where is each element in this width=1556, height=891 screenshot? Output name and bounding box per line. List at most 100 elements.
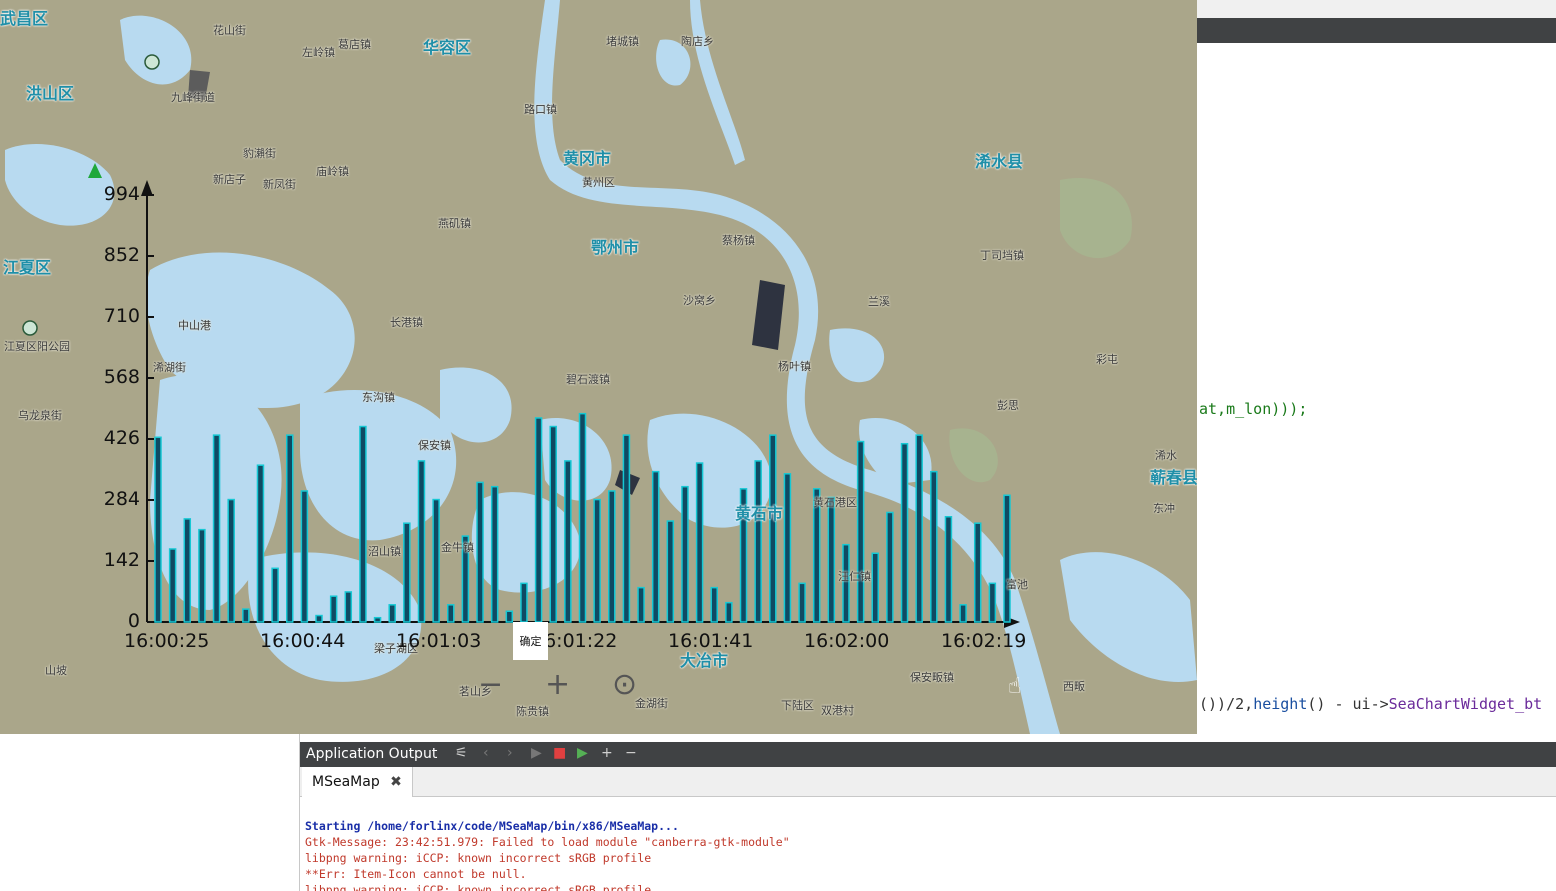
chart-bar — [973, 522, 982, 623]
chart-bar — [168, 548, 177, 623]
map-place-label: 武昌区 — [0, 9, 49, 28]
decrease-font-icon[interactable]: − — [625, 745, 637, 761]
confirm-button[interactable]: 确定 — [513, 622, 548, 660]
chart-bar — [900, 442, 909, 623]
stop-icon[interactable]: ■ — [553, 745, 566, 761]
map-place-label: 兰溪 — [868, 295, 890, 308]
map-place-label: 汪仁镇 — [838, 570, 871, 583]
close-tab-icon[interactable]: ✖ — [390, 774, 402, 790]
chart-bar — [242, 608, 250, 623]
chart-bar — [915, 434, 923, 623]
map-place-label: 鄂州市 — [591, 238, 640, 257]
map-place-label: 西畈 — [1063, 680, 1085, 693]
chart-bar — [959, 604, 967, 623]
map-place-label: 黄石港区 — [813, 496, 857, 509]
rerun-icon[interactable]: ▶ — [577, 745, 588, 761]
map-place-label: 蔡杨镇 — [722, 234, 755, 247]
y-tick-label: 568 — [103, 366, 140, 388]
map-place-label: 黄冈市 — [563, 149, 612, 168]
code-fragment: height — [1253, 695, 1308, 713]
chart-bar — [944, 516, 953, 623]
map-place-label: 双港村 — [821, 704, 854, 717]
locate-icon[interactable]: ⊙ — [612, 670, 637, 700]
map-place-label: 山坡 — [45, 664, 67, 677]
map-place-label: 黄石市 — [735, 504, 784, 523]
x-tick-label: 16:00:25 — [124, 630, 210, 652]
y-tick-label: 994 — [103, 183, 140, 205]
y-axis-arrow — [141, 180, 153, 196]
x-tick-label: 16:02:00 — [804, 630, 890, 652]
next-icon[interactable]: › — [507, 745, 513, 761]
filter-icon[interactable]: ⚟ — [455, 745, 468, 761]
hand-cursor-icon: ☝ — [1008, 674, 1022, 699]
chart-bar — [300, 490, 309, 623]
output-line: **Err: Item-Icon cannot be null. — [305, 867, 527, 881]
increase-font-icon[interactable]: + — [601, 745, 613, 761]
map-place-label: 杨叶镇 — [778, 360, 811, 373]
map-place-label: 葛店镇 — [338, 38, 371, 51]
map-place-label: 下陆区 — [781, 699, 814, 712]
run-icon[interactable]: ▶ — [531, 745, 542, 761]
map-place-label: 东沟镇 — [362, 391, 395, 404]
map-place-label: 庙岭镇 — [316, 165, 349, 178]
chart-bar — [476, 481, 484, 623]
y-tick-label: 0 — [127, 610, 140, 632]
chart-bar — [256, 464, 265, 623]
map-place-label: 堵城镇 — [606, 35, 639, 48]
map-place-label: 新店子 — [213, 173, 246, 186]
chart-bar — [564, 460, 572, 623]
code-line: at,m_lon))); — [1199, 400, 1307, 418]
map-place-label: 花山街 — [213, 24, 246, 37]
chart-bar — [417, 460, 426, 623]
map-place-label: 金牛镇 — [441, 541, 474, 554]
output-panel-title: Application Output — [306, 746, 438, 762]
x-tick-label: 16:01:03 — [396, 630, 482, 652]
output-line: Starting /home/forlinx/code/MSeaMap/bin/… — [305, 819, 679, 833]
chart-bar — [359, 425, 367, 623]
chart-bar — [447, 604, 455, 623]
chart-bar — [183, 518, 192, 623]
chart-bar — [373, 616, 382, 623]
chart-bar — [271, 567, 279, 623]
map-place-label: 浠水县 — [975, 152, 1024, 171]
map-place-label: 沙窝乡 — [683, 294, 716, 307]
chart-bar — [329, 595, 338, 623]
chart-bar — [403, 522, 411, 623]
map-place-label: 路口镇 — [524, 103, 557, 116]
chart-bar — [798, 582, 806, 623]
tab-label: MSeaMap — [312, 774, 380, 790]
chart-bar — [871, 552, 880, 623]
prev-icon[interactable]: ‹ — [483, 745, 489, 761]
output-line: libpng warning: iCCP: known incorrect sR… — [305, 851, 652, 865]
chart-bar — [666, 520, 675, 623]
map-place-label: 洪山区 — [26, 84, 75, 103]
x-tick-label: 16:02:19 — [941, 630, 1027, 652]
code-fragment: SeaChartWidget_bt — [1388, 695, 1543, 713]
y-tick-label: 284 — [103, 488, 140, 510]
tab-mseamap[interactable]: MSeaMap ✖ — [302, 767, 413, 797]
map-place-label: 浠水 — [1155, 449, 1177, 462]
map-place-label: 黄州区 — [582, 176, 615, 189]
chart-bar — [227, 498, 235, 623]
map-place-label: 九峰街道 — [171, 91, 215, 104]
sea-chart-map[interactable]: 武昌区 花山街 左岭镇 葛店镇 华容区 堵城镇 陶店乡 洪山区 九峰街道 路口镇 黄冈市 浠水县 豹瀨街… — [0, 0, 1197, 734]
zoom-in-icon[interactable]: + — [545, 670, 570, 700]
map-place-label: 长港镇 — [390, 316, 423, 329]
ide-toolbar — [1197, 18, 1556, 43]
map-place-label: 东冲 — [1153, 502, 1175, 515]
chart-bar — [285, 434, 294, 623]
y-tick-label: 142 — [103, 549, 140, 571]
map-place-label: 左岭镇 — [302, 46, 335, 59]
map-place-label: 彩屯 — [1096, 353, 1118, 366]
chart-bar — [783, 473, 792, 623]
chart-bar — [886, 511, 894, 623]
map-place-label: 保安畈镇 — [910, 671, 954, 684]
ide-titlebar — [1197, 0, 1556, 18]
chart-bar — [1003, 494, 1011, 623]
code-editor[interactable]: at,m_lon))); ())/2,height() - ui->SeaCha… — [1197, 43, 1556, 740]
chart-bar — [549, 425, 557, 623]
output-line: libpng warning: iCCP: known incorrect sR… — [305, 883, 652, 891]
chart-bar — [315, 614, 323, 623]
output-log[interactable]: Starting /home/forlinx/code/MSeaMap/bin/… — [300, 797, 1556, 891]
zoom-out-icon[interactable]: − — [478, 670, 503, 700]
